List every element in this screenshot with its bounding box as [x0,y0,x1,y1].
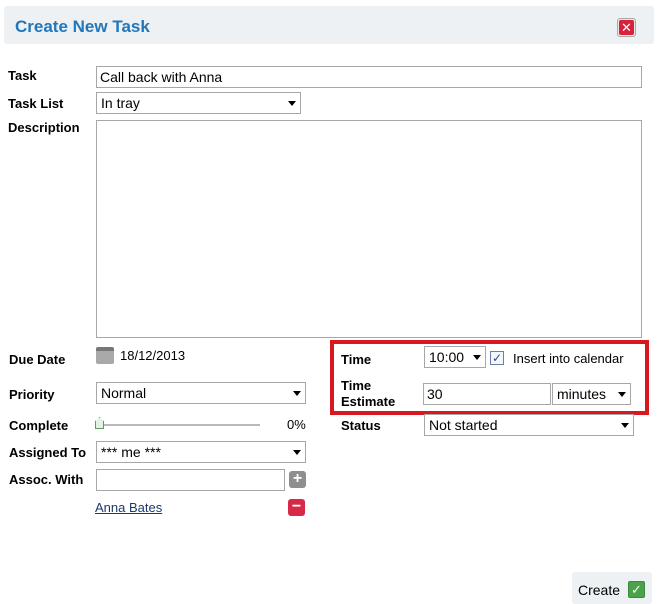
chevron-down-icon [621,423,629,428]
due-date-value: 18/12/2013 [120,348,186,363]
create-button[interactable]: Create ✓ [572,572,652,604]
time-unit-value: minutes [557,386,607,402]
task-label: Task [8,68,37,83]
description-label: Description [8,120,80,135]
time-estimate-input[interactable]: 30 [423,383,551,405]
chevron-down-icon [473,355,481,360]
complete-slider-track[interactable] [98,424,260,426]
close-button[interactable]: ✕ [617,18,636,37]
complete-slider-handle[interactable] [95,417,104,429]
status-value: Not started [429,417,498,433]
chevron-down-icon [293,450,301,455]
checkmark-icon: ✓ [491,351,503,365]
assigned-to-select[interactable]: *** me *** [96,441,306,463]
assigned-to-value: *** me *** [101,444,161,460]
checkmark-icon: ✓ [628,581,645,598]
complete-label: Complete [9,418,69,433]
time-value: 10:00 [429,349,465,365]
complete-percent: 0% [287,417,306,432]
assoc-with-input[interactable] [96,469,285,491]
add-association-button[interactable]: + [289,471,306,488]
priority-select[interactable]: Normal [96,382,306,404]
task-list-select[interactable]: In tray [96,92,301,114]
time-estimate-label-line2: Estimate [341,394,396,409]
chevron-down-icon [293,391,301,396]
chevron-down-icon [288,101,296,106]
status-label: Status [341,418,381,433]
remove-association-button[interactable]: − [288,499,305,516]
priority-value: Normal [101,385,147,401]
assigned-to-label: Assigned To [9,445,87,460]
status-select[interactable]: Not started [424,414,634,436]
create-button-label: Create [578,582,621,598]
due-date-label: Due Date [9,352,66,367]
time-label: Time [341,352,372,367]
insert-calendar-checkbox[interactable]: ✓ [490,351,504,365]
associated-contact-link[interactable]: Anna Bates [95,500,162,515]
assoc-with-label: Assoc. With [9,472,84,487]
chevron-down-icon [618,392,626,397]
plus-icon: + [292,470,303,487]
task-list-value: In tray [101,95,140,111]
description-textarea[interactable] [96,120,642,338]
insert-calendar-label: Insert into calendar [513,351,624,366]
time-select[interactable]: 10:00 [424,346,486,368]
time-estimate-label-line1: Time [341,378,372,393]
dialog-title: Create New Task [15,17,150,36]
priority-label: Priority [9,387,55,402]
calendar-icon[interactable] [96,347,114,364]
time-unit-select[interactable]: minutes [552,383,631,405]
task-input[interactable]: Call back with Anna [96,66,642,88]
minus-icon: − [291,498,302,515]
task-list-label: Task List [8,96,64,111]
close-icon: ✕ [619,20,634,35]
